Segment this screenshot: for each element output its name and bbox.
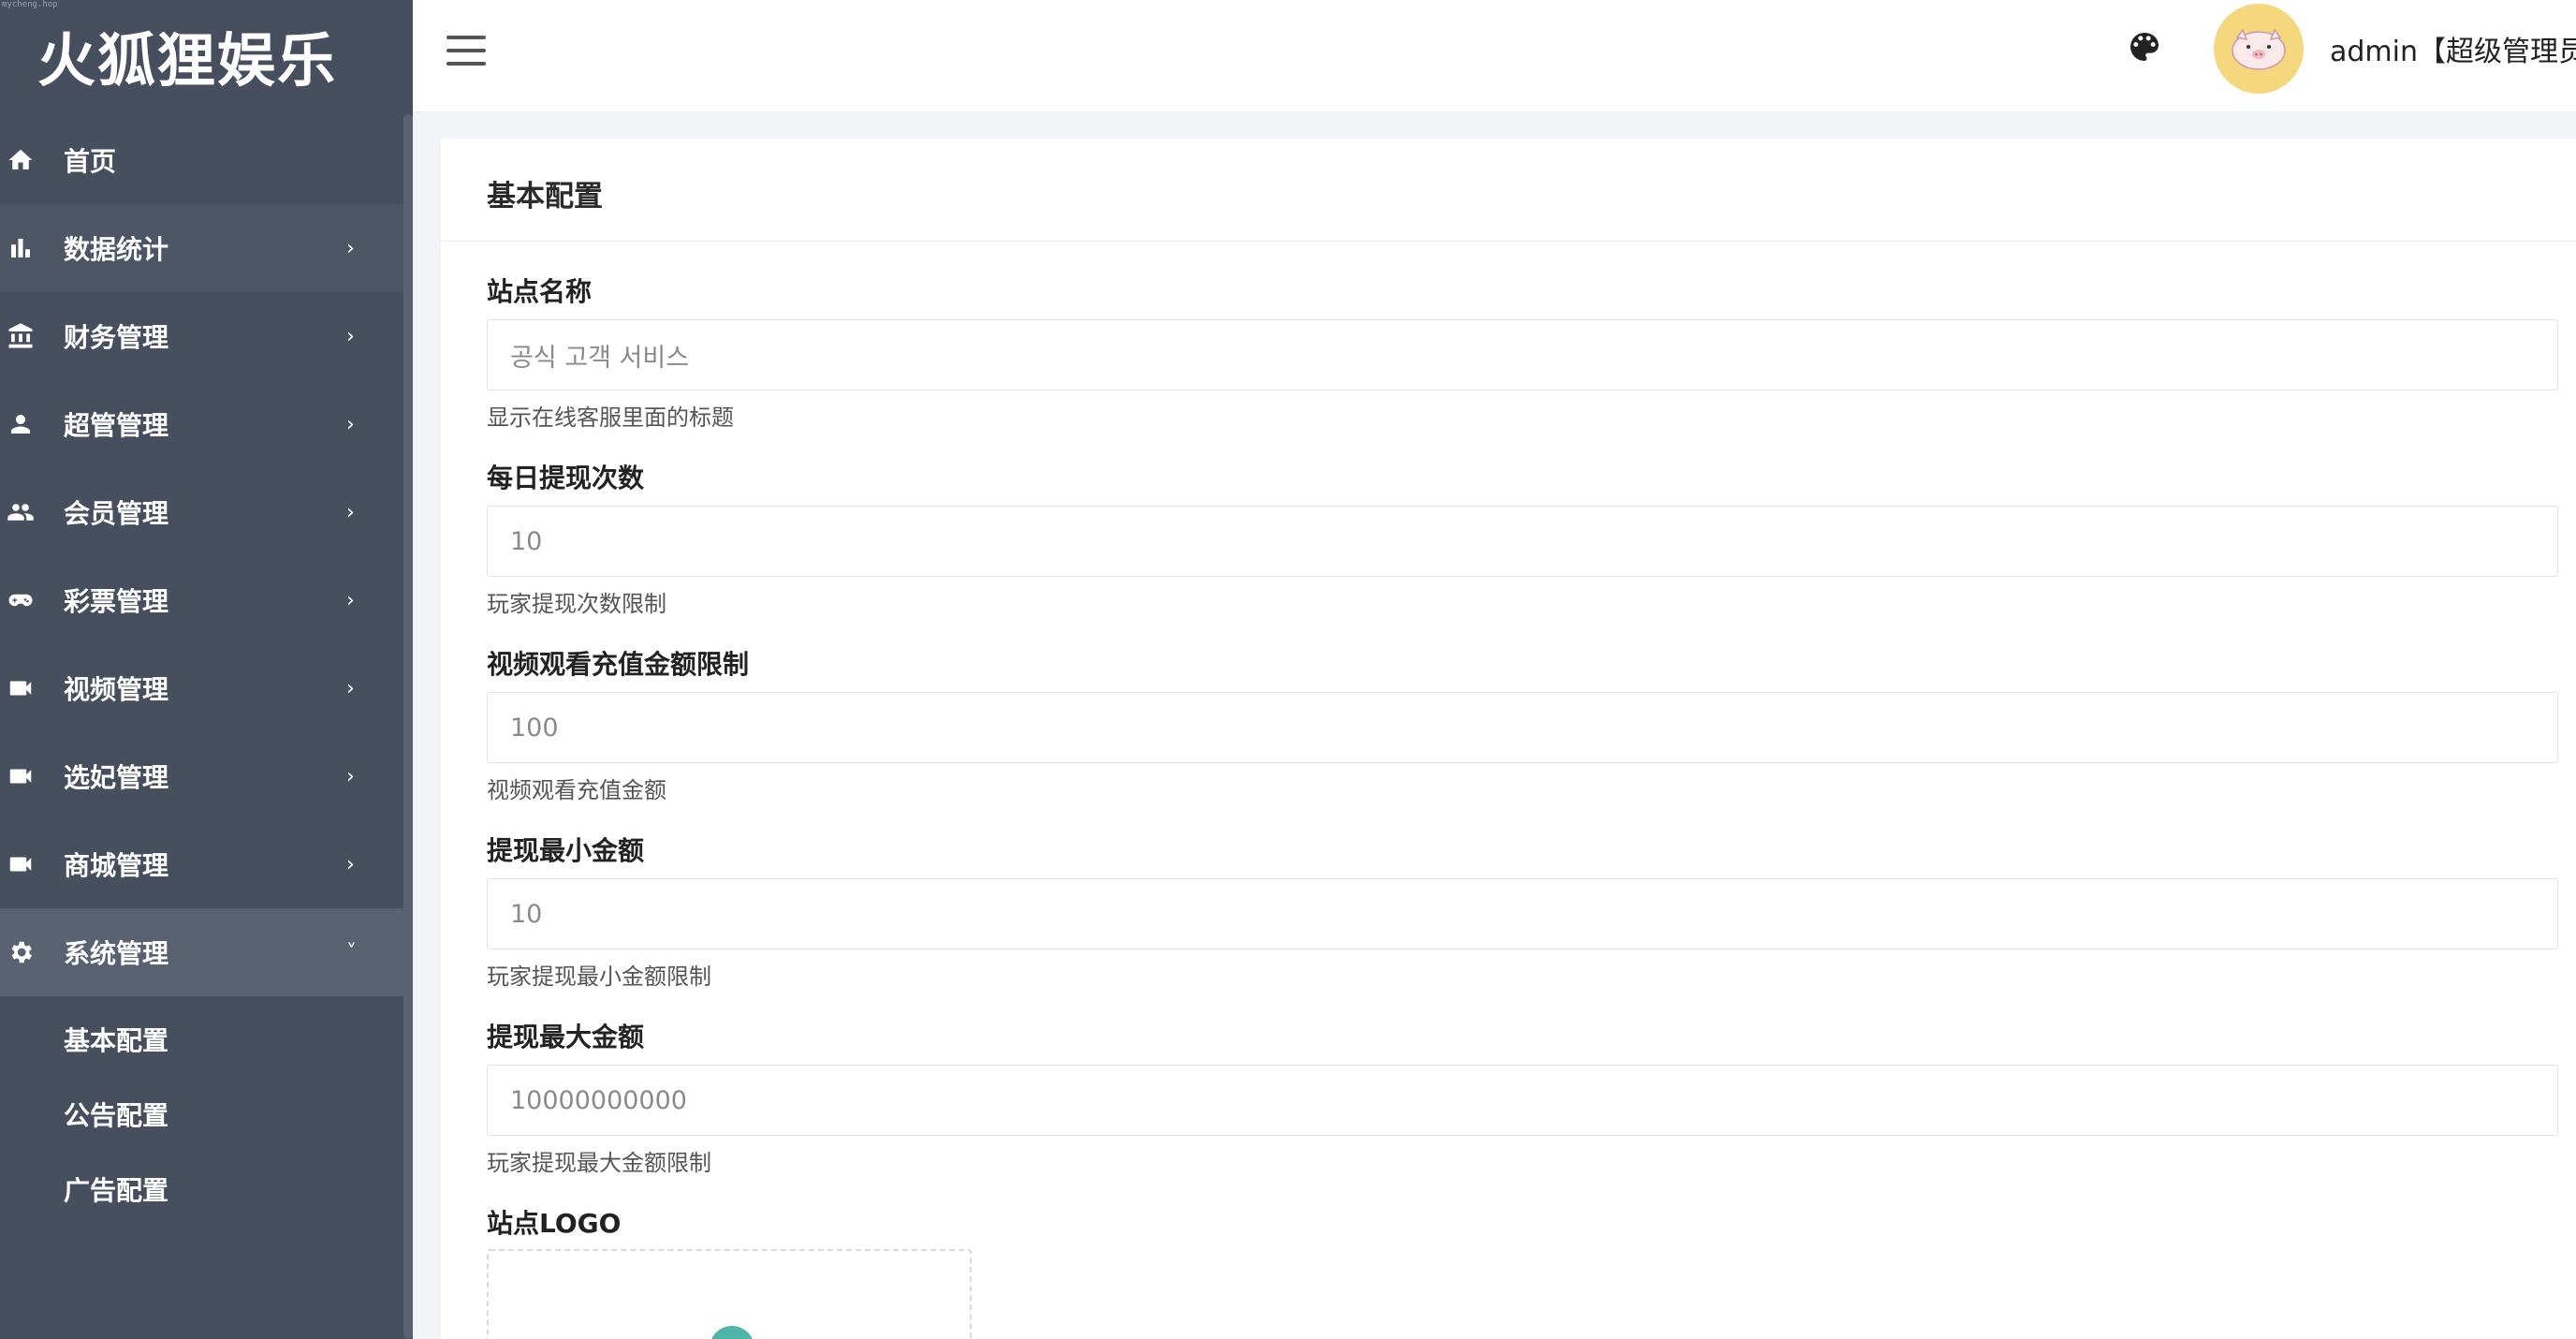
- gamepad-icon: [4, 583, 37, 617]
- chevron-right-icon: ›: [346, 412, 355, 436]
- video-recharge-limit-input[interactable]: [487, 692, 2558, 763]
- daily-withdraw-count-label: 每日提现次数: [487, 463, 645, 493]
- withdraw-max-input[interactable]: [487, 1065, 2558, 1136]
- sidebar-item-home[interactable]: 首页: [0, 116, 403, 204]
- upload-icon: [710, 1326, 754, 1339]
- withdraw-max-label: 提现最大金额: [487, 1022, 645, 1052]
- person-icon: [4, 407, 37, 441]
- video-recharge-limit-label: 视频观看充值金额限制: [487, 649, 750, 680]
- video-camera-icon: [4, 671, 37, 705]
- sidebar-item-system[interactable]: 系统管理 ˅: [0, 908, 403, 996]
- brand: mycheng.hop 火狐狸娱乐: [0, 0, 413, 103]
- sidebar-item-label: 选妃管理: [64, 762, 169, 793]
- sidebar-item-label: 商城管理: [64, 850, 169, 881]
- divider: [441, 241, 2576, 242]
- system-submenu: 基本配置 公告配置 广告配置: [0, 1002, 403, 1227]
- sidebar-item-statistics[interactable]: 数据统计 ›: [0, 204, 403, 292]
- site-name-input[interactable]: [487, 319, 2558, 390]
- chevron-right-icon: ›: [346, 764, 355, 788]
- sidebar-item-lottery[interactable]: 彩票管理 ›: [0, 556, 403, 644]
- menu-toggle-icon[interactable]: [446, 36, 486, 66]
- submenu-item-notice-config[interactable]: 公告配置: [0, 1077, 403, 1152]
- video-camera-icon: [4, 759, 37, 793]
- withdraw-min-input[interactable]: [487, 878, 2558, 949]
- sidebar-item-label: 财务管理: [64, 322, 169, 353]
- daily-withdraw-count-input[interactable]: [487, 506, 2558, 577]
- brand-title: 火狐狸娱乐: [37, 26, 337, 95]
- chevron-right-icon: ›: [346, 588, 355, 612]
- username-label[interactable]: admin【超级管理员】: [2330, 28, 2576, 69]
- bar-chart-icon: [4, 231, 37, 265]
- palette-icon[interactable]: [2126, 28, 2169, 71]
- brand-tiny-text: mycheng.hop: [2, 0, 58, 9]
- chevron-right-icon: ›: [346, 852, 355, 876]
- chevron-right-icon: ›: [346, 500, 355, 524]
- home-icon: [4, 143, 37, 177]
- page-title: 基本配置: [487, 180, 603, 213]
- sidebar-item-label: 会员管理: [64, 498, 169, 529]
- sidebar-item-shop[interactable]: 商城管理 ›: [0, 820, 403, 908]
- bank-icon: [4, 319, 37, 353]
- sidebar-item-members[interactable]: 会员管理 ›: [0, 468, 403, 556]
- site-name-help: 显示在线客服里面的标题: [487, 405, 734, 431]
- sidebar: mycheng.hop 火狐狸娱乐 首页 数据统计 › 财务管理 › 超管管理 …: [0, 0, 413, 1339]
- sidebar-item-label: 彩票管理: [64, 586, 169, 617]
- site-name-label: 站点名称: [487, 276, 593, 307]
- pig-avatar-icon: [2232, 28, 2286, 70]
- site-logo-label: 站点LOGO: [487, 1208, 622, 1239]
- sidebar-item-label: 数据统计: [64, 234, 169, 265]
- avatar[interactable]: [2214, 4, 2304, 94]
- sidebar-item-selection[interactable]: 选妃管理 ›: [0, 732, 403, 820]
- logo-upload-area[interactable]: [487, 1249, 972, 1339]
- sidebar-menu: 首页 数据统计 › 财务管理 › 超管管理 › 会员管理 › 彩票管理 › 视频…: [0, 116, 403, 1227]
- daily-withdraw-count-help: 玩家提现次数限制: [487, 591, 666, 617]
- sidebar-item-finance[interactable]: 财务管理 ›: [0, 292, 403, 380]
- chevron-down-icon: ˅: [346, 940, 357, 964]
- withdraw-min-label: 提现最小金额: [487, 835, 645, 866]
- sidebar-item-videos[interactable]: 视频管理 ›: [0, 644, 403, 732]
- chevron-right-icon: ›: [346, 324, 355, 348]
- sidebar-item-label: 系统管理: [64, 938, 169, 969]
- withdraw-min-help: 玩家提现最小金额限制: [487, 964, 711, 990]
- submenu-item-ad-config[interactable]: 广告配置: [0, 1152, 403, 1227]
- withdraw-max-help: 玩家提现最大金额限制: [487, 1150, 711, 1176]
- chevron-right-icon: ›: [346, 676, 355, 700]
- submenu-item-basic-config[interactable]: 基本配置: [0, 1002, 403, 1077]
- sidebar-item-label: 视频管理: [64, 674, 169, 705]
- video-camera-icon: [4, 847, 37, 881]
- gear-icon: [4, 935, 37, 969]
- video-recharge-limit-help: 视频观看充值金额: [487, 777, 666, 803]
- sidebar-item-label: 超管管理: [64, 410, 169, 441]
- top-header: admin【超级管理员】: [413, 0, 2576, 112]
- sidebar-scrollbar[interactable]: [403, 114, 413, 1339]
- group-icon: [4, 495, 37, 529]
- chevron-right-icon: ›: [346, 236, 355, 260]
- sidebar-item-label: 首页: [64, 146, 117, 177]
- sidebar-item-admins[interactable]: 超管管理 ›: [0, 380, 403, 468]
- config-card: 基本配置 站点名称 显示在线客服里面的标题 每日提现次数 玩家提现次数限制 视频…: [441, 139, 2576, 1339]
